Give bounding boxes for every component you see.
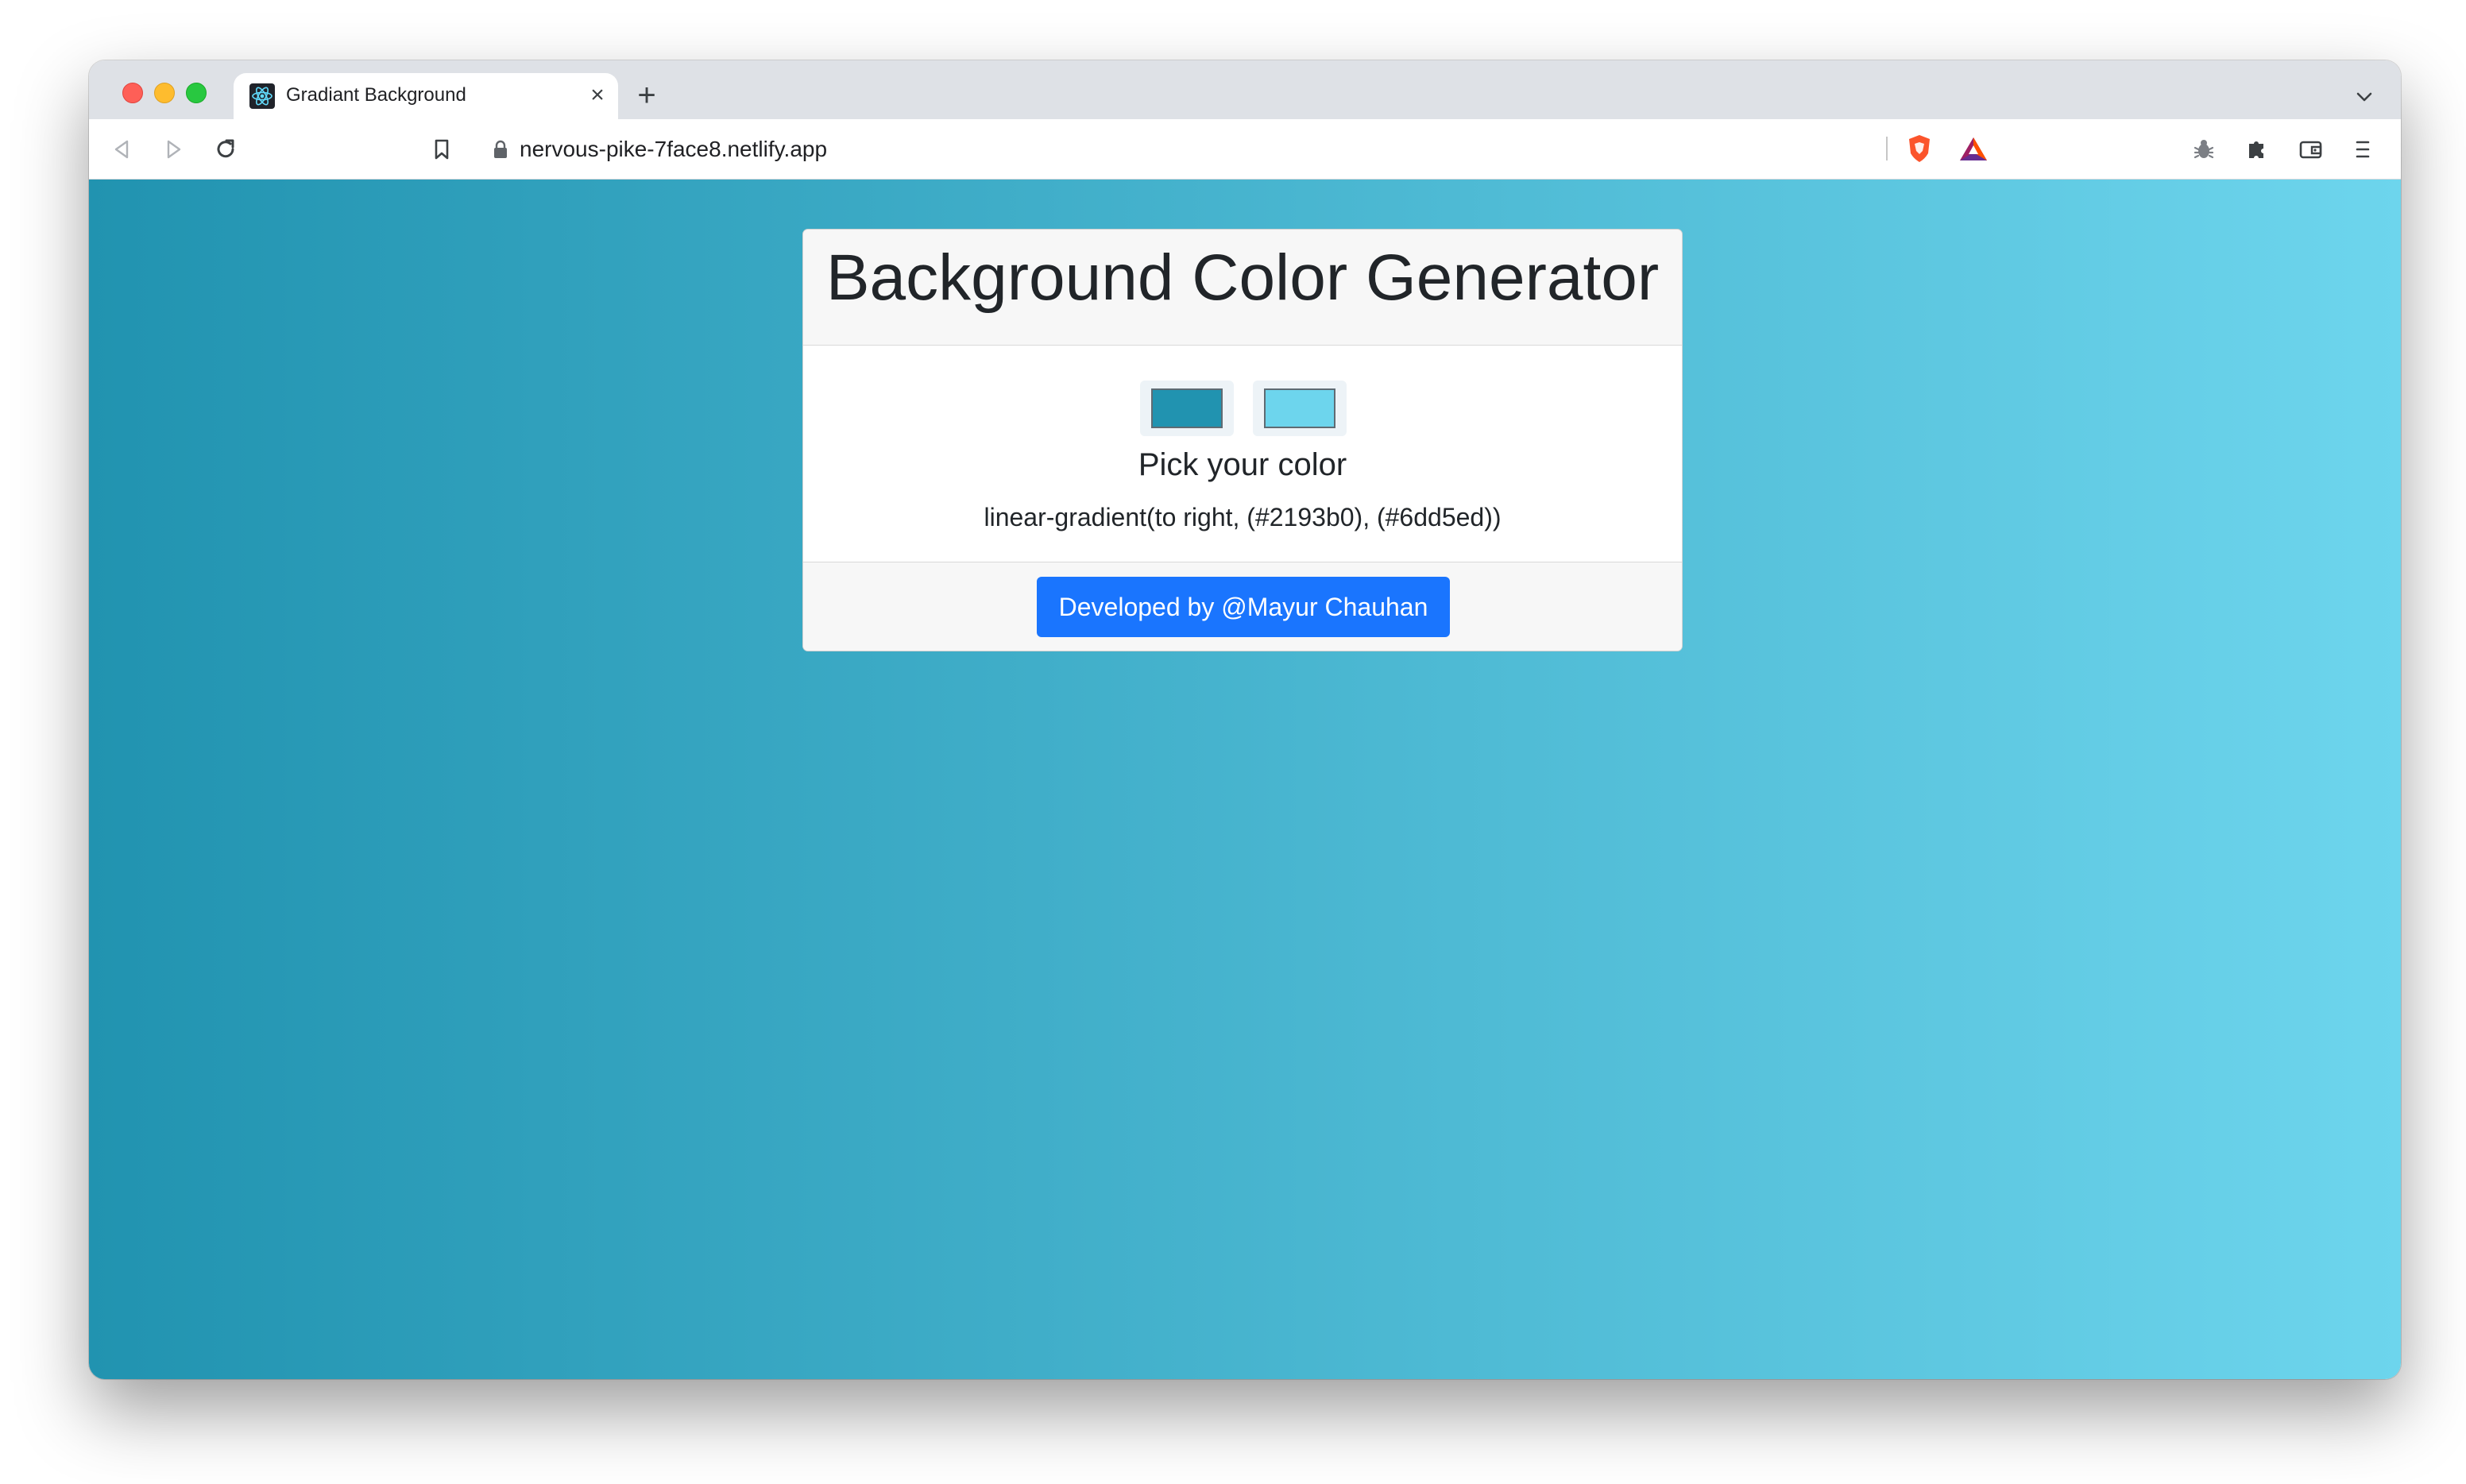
browser-toolbar: nervous-pike-7face8.netlify.app bbox=[89, 119, 2401, 180]
close-window-button[interactable] bbox=[122, 83, 143, 103]
forward-arrow-icon[interactable] bbox=[157, 133, 189, 165]
tab-gradiant-background[interactable]: Gradiant Background × bbox=[234, 73, 618, 119]
tab-close-icon[interactable]: × bbox=[583, 81, 612, 110]
lock-icon bbox=[491, 139, 510, 160]
tab-title: Gradiant Background bbox=[286, 84, 466, 106]
color-swatch-2[interactable] bbox=[1264, 388, 1335, 428]
zoom-window-button[interactable] bbox=[186, 83, 207, 103]
page-content: Background Color Generator Pick your col… bbox=[89, 180, 2401, 1379]
pick-color-label: Pick your color bbox=[1138, 447, 1347, 482]
bug-icon[interactable] bbox=[2188, 133, 2220, 165]
address-bar[interactable]: nervous-pike-7face8.netlify.app bbox=[473, 127, 2008, 170]
wallet-icon[interactable] bbox=[2294, 133, 2326, 165]
card-footer: Developed by @Mayur Chauhan bbox=[803, 562, 1682, 651]
card-body: Pick your color linear-gradient(to right… bbox=[803, 346, 1682, 563]
new-tab-button[interactable]: + bbox=[631, 79, 663, 111]
brave-rewards-icon[interactable] bbox=[1958, 133, 1989, 165]
browser-window: Gradiant Background × + nervous-pike-7fa… bbox=[89, 60, 2401, 1379]
tab-strip: Gradiant Background × + bbox=[89, 60, 2401, 119]
reload-icon[interactable] bbox=[210, 133, 242, 165]
menu-icon[interactable] bbox=[2347, 133, 2379, 165]
address-bar-divider bbox=[1886, 137, 1888, 160]
brave-shields-icon[interactable] bbox=[1904, 133, 1935, 164]
developer-credit-button[interactable]: Developed by @Mayur Chauhan bbox=[1037, 577, 1450, 637]
color-picker-1[interactable] bbox=[1140, 381, 1234, 436]
gradient-css-text: linear-gradient(to right, (#2193b0), (#6… bbox=[984, 503, 1502, 531]
puzzle-icon[interactable] bbox=[2240, 133, 2272, 165]
back-arrow-icon[interactable] bbox=[106, 133, 138, 165]
color-picker-2[interactable] bbox=[1253, 381, 1347, 436]
card-header: Background Color Generator bbox=[803, 230, 1682, 346]
react-logo-icon bbox=[249, 83, 275, 109]
color-swatch-1[interactable] bbox=[1151, 388, 1223, 428]
tab-search-chevron-icon[interactable] bbox=[2350, 83, 2379, 111]
bookmark-icon[interactable] bbox=[426, 133, 458, 165]
generator-card: Background Color Generator Pick your col… bbox=[802, 229, 1683, 651]
url-text[interactable]: nervous-pike-7face8.netlify.app bbox=[520, 137, 827, 162]
minimize-window-button[interactable] bbox=[154, 83, 175, 103]
page-title: Background Color Generator bbox=[825, 242, 1660, 314]
